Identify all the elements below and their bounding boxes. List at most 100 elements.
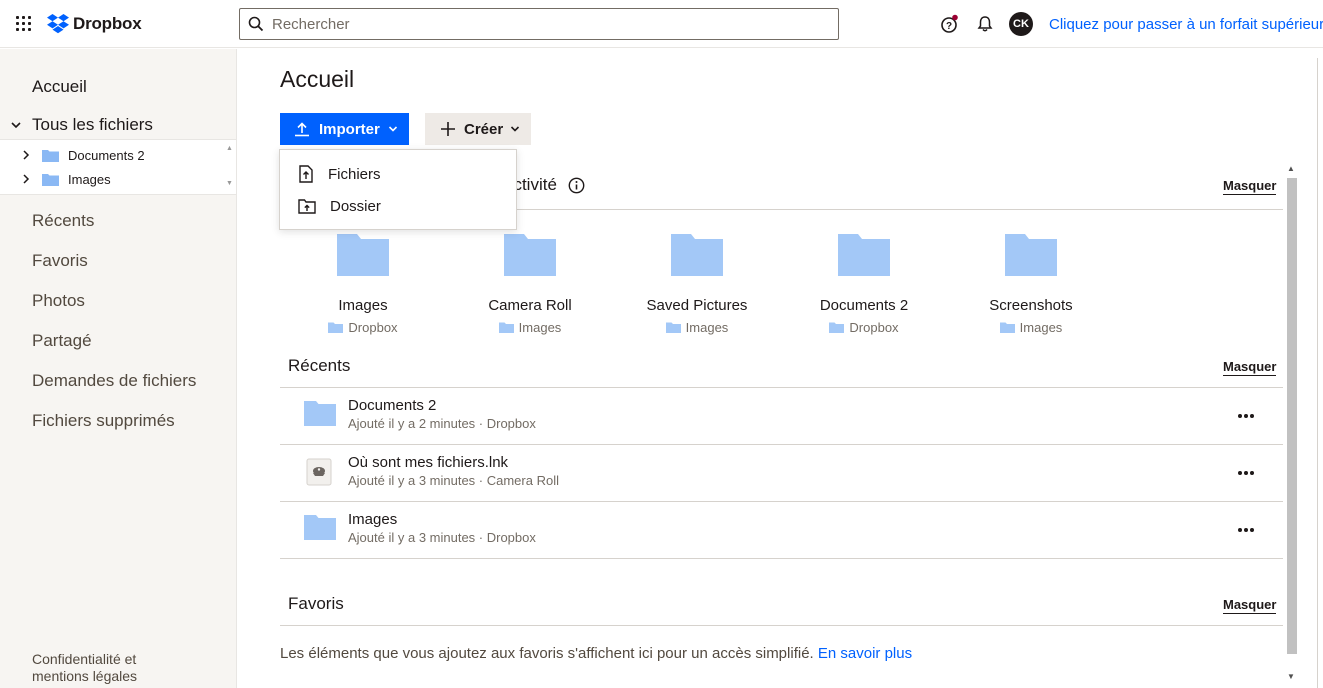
menu-item-label: Fichiers bbox=[328, 165, 381, 183]
folder-icon bbox=[671, 234, 723, 276]
folder-icon bbox=[1005, 234, 1057, 276]
favorites-section-title: Favoris bbox=[288, 594, 344, 613]
create-button[interactable]: Créer bbox=[425, 113, 531, 145]
scrollbar-thumb[interactable] bbox=[1287, 178, 1297, 654]
dropbox-logo-icon bbox=[47, 14, 69, 34]
scroll-up-icon[interactable]: ▲ bbox=[1287, 164, 1295, 173]
import-button[interactable]: Importer bbox=[280, 113, 409, 145]
folder-icon bbox=[304, 401, 336, 426]
tile-name: Saved Pictures bbox=[646, 297, 748, 314]
plus-icon bbox=[441, 122, 455, 136]
sidebar-item-label: Tous les fichiers bbox=[32, 115, 153, 134]
tile-name: Images bbox=[338, 297, 388, 314]
recent-meta: Ajouté il y a 3 minutes · Dropbox bbox=[348, 530, 536, 545]
tile-location-label: Images bbox=[685, 320, 729, 335]
hide-activity-button[interactable]: Masquer bbox=[1223, 178, 1277, 195]
shortcut-file-icon bbox=[306, 458, 332, 486]
info-icon[interactable] bbox=[568, 177, 585, 194]
legal-line-1: Confidentialité et bbox=[32, 651, 137, 667]
folder-icon bbox=[304, 515, 336, 540]
tree-item-images[interactable]: Images bbox=[22, 169, 111, 189]
notification-bell-icon[interactable] bbox=[973, 12, 997, 36]
avatar[interactable]: CK bbox=[1009, 12, 1033, 36]
scroll-down-icon[interactable]: ▼ bbox=[1287, 672, 1295, 681]
menu-item-files[interactable]: Fichiers bbox=[298, 164, 381, 184]
recent-row[interactable]: Où sont mes fichiers.lnk Ajouté il y a 3… bbox=[280, 445, 1283, 502]
recent-meta: Ajouté il y a 2 minutes · Dropbox bbox=[348, 416, 536, 431]
top-bar: Dropbox ? CK Cliquez pour passer à un fo… bbox=[0, 0, 1323, 48]
menu-item-label: Dossier bbox=[330, 197, 381, 215]
recent-row[interactable]: Images Ajouté il y a 3 minutes · Dropbox bbox=[280, 502, 1283, 559]
folder-icon bbox=[838, 234, 890, 276]
collapsed-side-panel[interactable] bbox=[1317, 58, 1323, 688]
sidebar-item-file-requests[interactable]: Demandes de fichiers bbox=[32, 371, 196, 391]
tile-location: Images bbox=[956, 320, 1106, 335]
privacy-legal-link[interactable]: Confidentialité et mentions légales bbox=[32, 651, 137, 685]
legal-line-2: mentions légales bbox=[32, 668, 138, 684]
favorites-empty-message: Les éléments que vous ajoutez aux favori… bbox=[280, 645, 912, 662]
folder-icon bbox=[504, 234, 556, 276]
search-icon bbox=[248, 16, 264, 32]
main-content: Accueil Importer Créer Fichiers Dossier … bbox=[237, 49, 1323, 688]
hide-recents-button[interactable]: Masquer bbox=[1223, 359, 1277, 376]
sidebar-item-favorites[interactable]: Favoris bbox=[32, 251, 88, 271]
folder-icon bbox=[337, 234, 389, 276]
chevron-down-icon[interactable] bbox=[11, 120, 21, 130]
sidebar-item-all-files[interactable]: Tous les fichiers bbox=[11, 115, 153, 135]
sidebar-item-shared[interactable]: Partagé bbox=[32, 331, 92, 351]
sidebar-item-photos[interactable]: Photos bbox=[32, 291, 85, 311]
recent-name: Où sont mes fichiers.lnk bbox=[348, 454, 509, 471]
folder-icon bbox=[999, 322, 1015, 333]
search-bar[interactable] bbox=[239, 8, 839, 40]
tile-location: Dropbox bbox=[789, 320, 939, 335]
page-title: Accueil bbox=[280, 66, 355, 92]
tile-location: Images bbox=[622, 320, 772, 335]
divider bbox=[280, 625, 1283, 626]
recent-name: Documents 2 bbox=[348, 397, 437, 414]
import-dropdown-menu: Fichiers Dossier bbox=[279, 149, 517, 230]
tree-item-label: Images bbox=[68, 171, 111, 187]
main-scrollbar[interactable]: ▲ ▼ bbox=[1284, 164, 1299, 688]
folder-icon bbox=[42, 173, 59, 186]
tile-location-label: Dropbox bbox=[849, 320, 899, 335]
tile-location-label: Images bbox=[518, 320, 562, 335]
upgrade-link[interactable]: Cliquez pour passer à un forfait supérie… bbox=[1049, 16, 1323, 33]
dropbox-logo[interactable]: Dropbox bbox=[47, 13, 142, 35]
sidebar-item-home[interactable]: Accueil bbox=[32, 77, 87, 97]
learn-more-link[interactable]: En savoir plus bbox=[818, 645, 912, 662]
tile-name: Camera Roll bbox=[488, 297, 572, 314]
favorites-empty-text: Les éléments que vous ajoutez aux favori… bbox=[280, 645, 814, 662]
sidebar: Accueil Tous les fichiers Documents 2 Im… bbox=[0, 49, 237, 688]
chevron-right-icon[interactable] bbox=[22, 174, 32, 184]
tile-location-label: Dropbox bbox=[348, 320, 398, 335]
hide-favorites-button[interactable]: Masquer bbox=[1223, 597, 1277, 614]
tile-location: Images bbox=[455, 320, 605, 335]
menu-item-folder[interactable]: Dossier bbox=[298, 196, 381, 216]
recent-row[interactable]: Documents 2 Ajouté il y a 2 minutes · Dr… bbox=[280, 388, 1283, 445]
sidebar-item-deleted-files[interactable]: Fichiers supprimés bbox=[32, 411, 175, 431]
upload-icon bbox=[295, 122, 309, 137]
recent-name: Images bbox=[348, 511, 398, 528]
folder-tree: Documents 2 Images ▲ ▼ bbox=[0, 139, 236, 195]
tree-scroll-up-icon[interactable]: ▲ bbox=[226, 145, 234, 153]
brand-name: Dropbox bbox=[73, 14, 142, 33]
tile-name: Screenshots bbox=[989, 297, 1073, 314]
tree-item-documents-2[interactable]: Documents 2 bbox=[22, 145, 145, 165]
chevron-down-icon bbox=[511, 126, 520, 132]
help-icon[interactable]: ? bbox=[937, 12, 961, 36]
more-options-icon[interactable] bbox=[1236, 463, 1256, 483]
recents-section-title: Récents bbox=[288, 356, 351, 375]
tile-location: Dropbox bbox=[288, 320, 438, 335]
recent-meta: Ajouté il y a 3 minutes · Camera Roll bbox=[348, 473, 559, 488]
search-input[interactable] bbox=[272, 15, 812, 33]
sidebar-item-recents[interactable]: Récents bbox=[32, 211, 94, 231]
file-upload-icon bbox=[299, 165, 313, 183]
app-grid-icon[interactable] bbox=[16, 16, 32, 32]
chevron-down-icon bbox=[388, 126, 397, 132]
more-options-icon[interactable] bbox=[1236, 406, 1256, 426]
import-label: Importer bbox=[319, 120, 380, 138]
tree-scroll-down-icon[interactable]: ▼ bbox=[226, 180, 234, 188]
tile-name: Documents 2 bbox=[819, 297, 909, 314]
more-options-icon[interactable] bbox=[1236, 520, 1256, 540]
chevron-right-icon[interactable] bbox=[22, 150, 32, 160]
